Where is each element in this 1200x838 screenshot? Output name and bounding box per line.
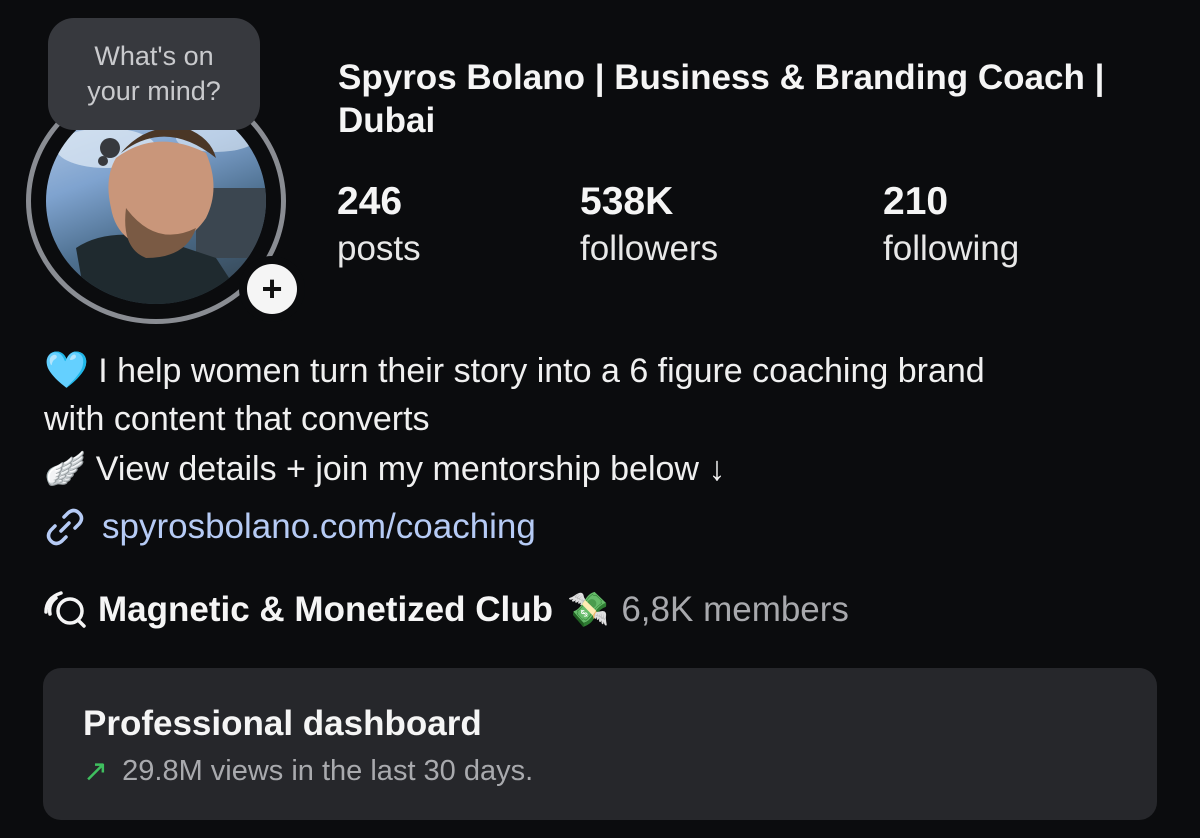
profile-display-name: Spyros Bolano | Business & Branding Coac… <box>338 58 1105 140</box>
bio-line-2: with content that converts <box>44 400 430 438</box>
dashboard-subtitle: ↗ 29.8M views in the last 30 days. <box>83 754 533 789</box>
profile-link-text: spyrosbolano.com/coaching <box>102 507 536 546</box>
note-bubble-tail-small <box>98 156 108 166</box>
stat-followers-label: followers <box>580 229 719 268</box>
stat-following-label: following <box>883 229 1020 268</box>
profile-link[interactable]: spyrosbolano.com/coaching <box>44 506 536 548</box>
profile-bio: 🩵 I help women turn their story into a 6… <box>44 346 1184 493</box>
dashboard-title: Professional dashboard <box>83 704 482 743</box>
stat-following-value: 210 <box>883 180 949 223</box>
stat-posts[interactable]: 246 posts <box>337 180 421 274</box>
stat-posts-label: posts <box>337 229 421 268</box>
bio-line-1: 🩵 I help women turn their story into a 6… <box>44 346 1184 395</box>
channel-members: 6,8K members <box>621 590 849 629</box>
stat-following[interactable]: 210 following <box>883 180 1019 274</box>
dashboard-views-text: 29.8M views in the last 30 days. <box>122 755 534 787</box>
bio-line-3-text: View details + join my mentorship below … <box>95 450 726 488</box>
channel-icon <box>44 591 86 628</box>
note-placeholder-line2: your mind? <box>87 76 221 106</box>
link-icon <box>46 508 84 546</box>
trend-up-icon: ↗ <box>83 755 109 788</box>
add-story-button[interactable]: + <box>239 256 305 322</box>
light-blue-heart-icon: 🩵 <box>44 349 89 390</box>
plus-icon: + <box>247 264 297 314</box>
wing-icon: 🪽 <box>44 450 87 488</box>
bio-line-3: 🪽 View details + join my mentorship belo… <box>44 445 1184 493</box>
broadcast-channel[interactable]: Magnetic & Monetized Club 💸 6,8K members <box>44 590 849 630</box>
note-placeholder-line1: What's on <box>94 41 214 71</box>
stat-posts-value: 246 <box>337 180 403 223</box>
professional-dashboard-card[interactable]: Professional dashboard ↗ 29.8M views in … <box>43 668 1157 820</box>
money-with-wings-icon: 💸 <box>567 591 610 629</box>
note-bubble[interactable]: What's on your mind? <box>48 18 260 130</box>
stat-followers[interactable]: 538K followers <box>580 180 718 274</box>
note-bubble-tail <box>100 138 120 158</box>
channel-name: Magnetic & Monetized Club <box>98 590 553 629</box>
bio-line-1-text: I help women turn their story into a 6 f… <box>98 352 985 390</box>
stat-followers-value: 538K <box>580 180 674 223</box>
